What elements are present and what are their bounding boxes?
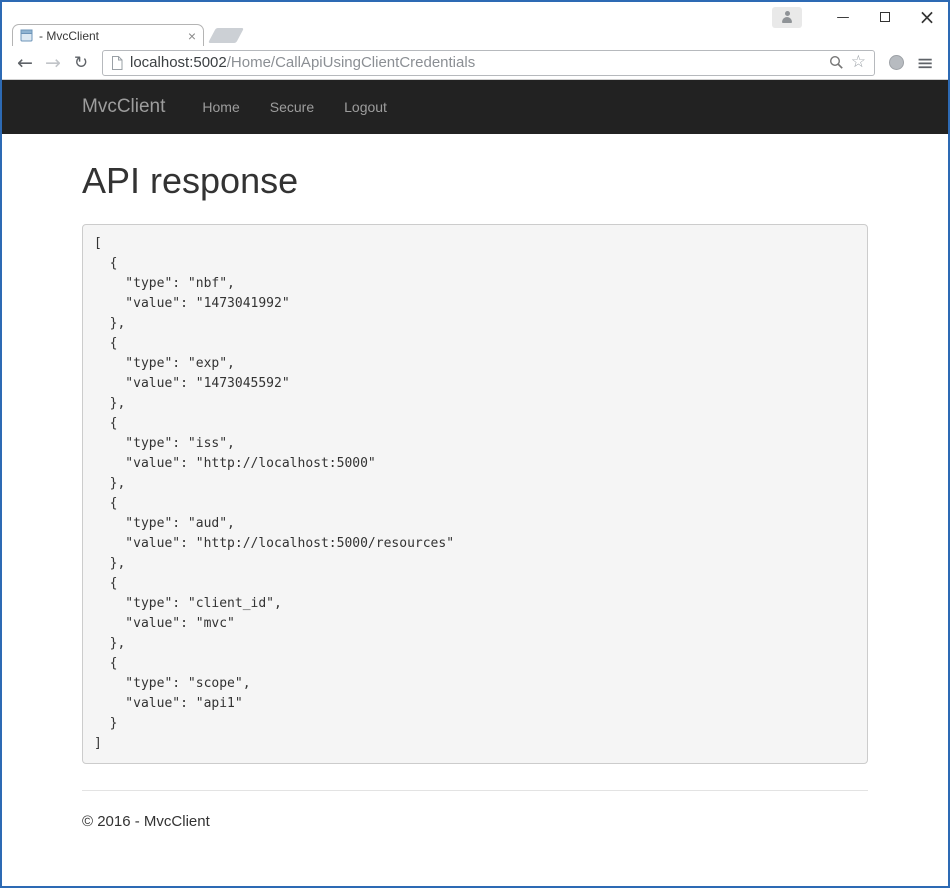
extension-icon[interactable] xyxy=(889,55,904,70)
browser-window: - MvcClient × — × ← → ↻ localhost:5002/H… xyxy=(0,0,950,888)
url-path: /Home/CallApiUsingClientCredentials xyxy=(227,54,475,71)
url-host: localhost:5002 xyxy=(130,54,227,71)
tab-title: - MvcClient xyxy=(39,29,182,43)
footer-divider xyxy=(82,790,868,791)
page-icon xyxy=(111,56,123,70)
copyright-text: © 2016 - MvcClient xyxy=(82,813,868,830)
favicon-icon xyxy=(20,29,33,42)
site-navbar: MvcClient Home Secure Logout xyxy=(2,80,948,134)
navbar-brand[interactable]: MvcClient xyxy=(82,96,165,118)
maximize-icon xyxy=(880,12,890,22)
navbar-links: Home Secure Logout xyxy=(187,99,402,115)
bookmark-star-icon[interactable]: ☆ xyxy=(851,54,866,71)
forward-button: → xyxy=(40,49,66,77)
person-icon xyxy=(781,11,793,23)
new-tab-button[interactable] xyxy=(208,28,244,43)
page-viewport: MvcClient Home Secure Logout API respons… xyxy=(2,80,948,887)
back-button[interactable]: ← xyxy=(12,49,38,77)
zoom-icon[interactable] xyxy=(829,55,844,70)
window-controls: — × xyxy=(772,2,948,32)
menu-icon[interactable]: ≡ xyxy=(912,49,938,77)
browser-toolbar: ← → ↻ localhost:5002/Home/CallApiUsingCl… xyxy=(2,46,948,80)
url-text: localhost:5002/Home/CallApiUsingClientCr… xyxy=(130,54,822,71)
nav-item-logout[interactable]: Logout xyxy=(329,99,402,115)
page-content: API response [ { "type": "nbf", "value":… xyxy=(2,160,948,830)
title-bar: - MvcClient × — × xyxy=(2,2,948,46)
api-response-json: [ { "type": "nbf", "value": "1473041992"… xyxy=(82,224,868,764)
browser-tab[interactable]: - MvcClient × xyxy=(12,24,204,46)
nav-item-secure[interactable]: Secure xyxy=(255,99,329,115)
page-footer: © 2016 - MvcClient xyxy=(82,813,868,830)
reload-button[interactable]: ↻ xyxy=(68,49,94,77)
profile-button[interactable] xyxy=(772,7,802,28)
address-bar[interactable]: localhost:5002/Home/CallApiUsingClientCr… xyxy=(102,50,875,76)
nav-item-home[interactable]: Home xyxy=(187,99,254,115)
tab-close-icon[interactable]: × xyxy=(188,29,196,43)
maximize-button[interactable] xyxy=(864,2,906,32)
minimize-button[interactable]: — xyxy=(822,2,864,32)
page-title: API response xyxy=(82,160,868,202)
close-button[interactable]: × xyxy=(906,2,948,32)
